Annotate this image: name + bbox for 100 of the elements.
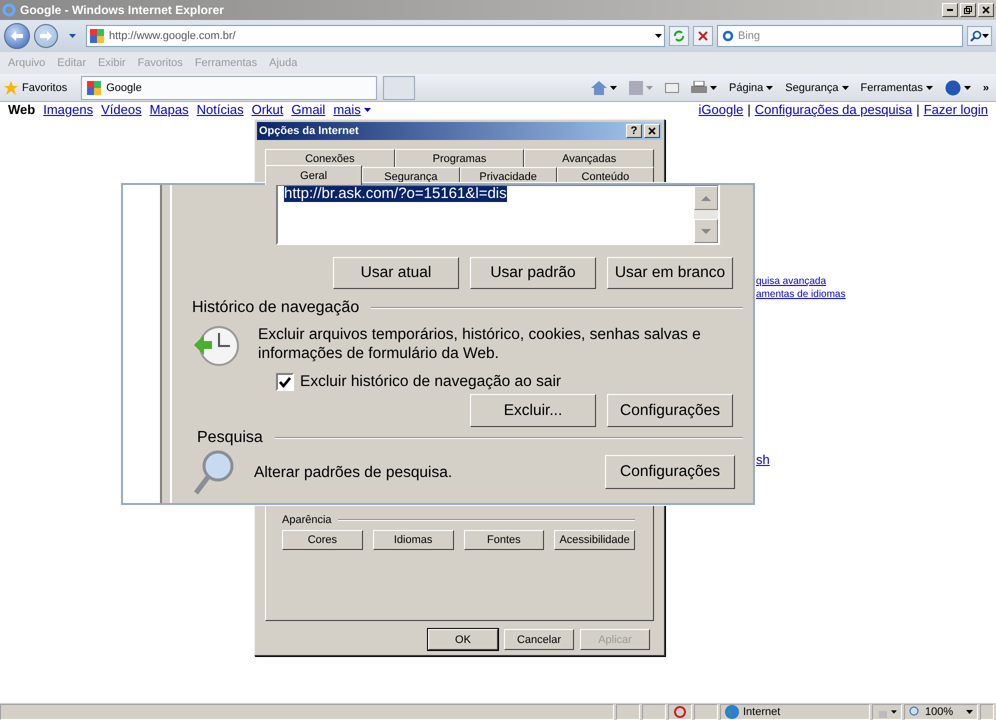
scroll-down-button[interactable] bbox=[694, 219, 718, 243]
checkbox-label: Excluir histórico de navegação ao sair bbox=[300, 373, 562, 391]
browser-logo-icon bbox=[2, 3, 16, 17]
browser-tab[interactable]: Google bbox=[81, 76, 378, 100]
caret-icon bbox=[964, 86, 971, 90]
help-icon bbox=[944, 80, 961, 96]
home-page-field[interactable]: http://br.ask.com/?o=15161&l=dis bbox=[276, 185, 720, 245]
appearance-button[interactable]: Acessibilidade bbox=[554, 530, 635, 550]
google-logo-icon bbox=[89, 28, 105, 44]
command-menu[interactable]: Página bbox=[726, 82, 776, 94]
search-description: Alterar padrões de pesquisa. bbox=[254, 462, 454, 482]
service-link[interactable]: Orkut bbox=[252, 102, 284, 117]
search-button[interactable] bbox=[967, 26, 992, 46]
up-arrow-icon bbox=[701, 196, 711, 200]
appearance-button[interactable]: Cores bbox=[282, 530, 363, 550]
caret-icon bbox=[364, 108, 371, 112]
address-field[interactable]: http://www.google.com.br/ bbox=[86, 25, 665, 47]
service-link[interactable]: Imagens bbox=[43, 102, 94, 117]
page-link[interactable]: amentas de idiomas bbox=[756, 289, 846, 300]
down-arrow-icon bbox=[701, 228, 711, 234]
refresh-icon bbox=[673, 30, 685, 42]
stop-icon bbox=[698, 31, 708, 41]
section-title: Pesquisa bbox=[197, 429, 263, 447]
zoom-control[interactable]: 100% bbox=[904, 704, 978, 720]
service-link[interactable]: Vídeos bbox=[101, 102, 142, 117]
house-icon bbox=[591, 80, 608, 94]
home-page-button[interactable]: Usar atual bbox=[333, 257, 459, 289]
close-button[interactable] bbox=[644, 124, 660, 138]
back-button[interactable] bbox=[4, 23, 30, 49]
search-settings-button[interactable]: Configurações bbox=[605, 455, 735, 489]
service-link[interactable]: Notícias bbox=[196, 102, 244, 117]
resize-grip bbox=[980, 704, 994, 720]
separator-text: | bbox=[916, 102, 920, 117]
clock-icon bbox=[192, 325, 240, 367]
dialog-tab[interactable]: Avançadas bbox=[524, 149, 654, 167]
refresh-button[interactable] bbox=[669, 26, 689, 46]
account-link[interactable]: Configurações da pesquisa bbox=[754, 102, 912, 117]
left-arrow-icon bbox=[11, 31, 23, 41]
home-page-button[interactable]: Usar padrão bbox=[470, 257, 596, 289]
status-panel bbox=[616, 704, 640, 720]
dialog-tab[interactable]: Conexões bbox=[265, 149, 395, 167]
separator-text: | bbox=[747, 102, 751, 117]
service-link[interactable]: Web bbox=[8, 102, 36, 117]
checkbox[interactable] bbox=[276, 373, 294, 391]
check-icon bbox=[279, 376, 291, 388]
caret-icon bbox=[710, 86, 718, 90]
dialog-title: Opções da Internet bbox=[259, 125, 360, 137]
status-panel bbox=[694, 704, 718, 720]
right-arrow-icon bbox=[40, 31, 52, 41]
history-button[interactable]: Excluir... bbox=[470, 394, 596, 427]
home-page-button[interactable]: Usar em branco bbox=[607, 257, 733, 289]
service-link[interactable]: Gmail bbox=[291, 102, 326, 117]
appearance-button[interactable]: Fontes bbox=[464, 530, 544, 550]
search-icon bbox=[970, 30, 982, 42]
google-logo-icon bbox=[86, 80, 102, 96]
service-link[interactable]: mais bbox=[333, 102, 371, 117]
page-link[interactable]: sh bbox=[756, 452, 770, 467]
caret-icon bbox=[966, 710, 973, 714]
search-field[interactable]: Bing bbox=[717, 25, 963, 47]
dialog-button[interactable]: OK bbox=[428, 629, 498, 650]
stop-button[interactable] bbox=[693, 26, 713, 46]
home-page-url: http://br.ask.com/?o=15161&l=dis bbox=[284, 186, 507, 202]
close-button[interactable] bbox=[978, 3, 994, 17]
account-link[interactable]: Fazer login bbox=[924, 102, 988, 117]
caret-icon bbox=[655, 34, 662, 38]
status-panel bbox=[642, 704, 666, 720]
caret-icon bbox=[766, 86, 774, 90]
command-menu[interactable]: Segurança bbox=[782, 82, 852, 94]
restore-icon bbox=[964, 6, 972, 14]
help-button[interactable]: ? bbox=[626, 124, 642, 138]
caret-icon bbox=[646, 86, 654, 90]
overflow-button[interactable]: » bbox=[980, 82, 992, 94]
caret-icon bbox=[842, 86, 849, 90]
window-title: Google - Windows Internet Explorer bbox=[20, 3, 225, 17]
service-link[interactable]: Mapas bbox=[150, 102, 189, 117]
bing-logo-icon bbox=[722, 30, 734, 42]
scroll-up-button[interactable] bbox=[694, 186, 718, 210]
caret-icon bbox=[68, 34, 76, 38]
minimize-icon bbox=[947, 9, 953, 11]
dialog-tab[interactable]: Programas bbox=[394, 149, 524, 167]
command-menu[interactable]: Ferramentas bbox=[858, 82, 936, 94]
caret-icon bbox=[982, 34, 989, 38]
group-title: Aparência bbox=[282, 514, 332, 526]
minimize-button[interactable] bbox=[942, 3, 958, 17]
favorites-button[interactable]: Favoritos bbox=[4, 80, 76, 94]
page-link[interactable]: quisa avançada bbox=[756, 276, 826, 287]
dialog-button[interactable]: Cancelar bbox=[504, 629, 574, 650]
close-icon bbox=[982, 6, 990, 14]
history-button[interactable]: Configurações bbox=[607, 394, 733, 427]
restore-button[interactable] bbox=[960, 3, 976, 17]
dialog-tab[interactable]: Geral bbox=[265, 165, 362, 185]
caret-icon bbox=[891, 710, 897, 714]
appearance-button[interactable]: Idiomas bbox=[372, 530, 454, 550]
zoom-icon bbox=[909, 706, 921, 718]
history-description: Excluir arquivos temporários, histórico, cookies, senhas salvas e informações de formulário da Web. bbox=[258, 325, 702, 363]
star-icon bbox=[4, 80, 18, 94]
envelope-icon bbox=[665, 82, 680, 92]
account-link[interactable]: iGoogle bbox=[698, 102, 744, 117]
magnifier-icon bbox=[192, 449, 236, 495]
forward-button[interactable] bbox=[34, 24, 58, 48]
